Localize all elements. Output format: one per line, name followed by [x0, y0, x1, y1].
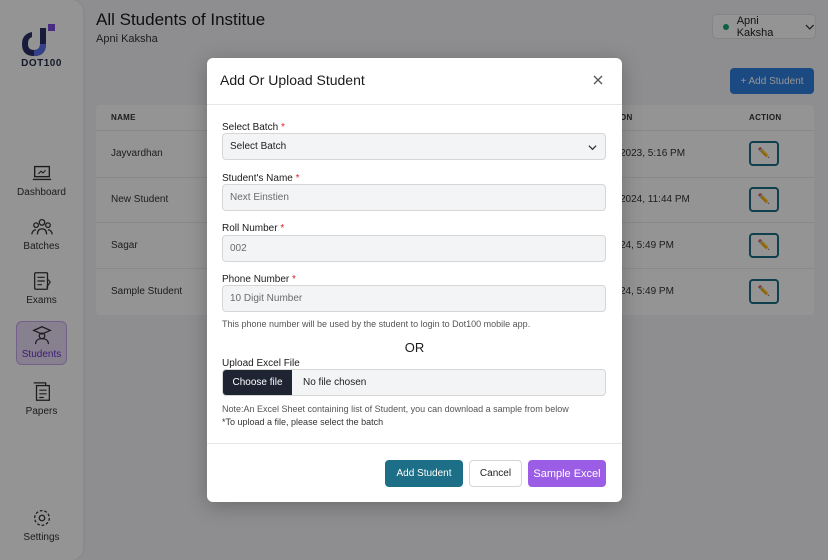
add-student-modal: Add Or Upload Student Select Batch * Sel…	[207, 58, 622, 502]
upload-note: Note:An Excel Sheet containing list of S…	[222, 404, 569, 414]
batch-select-value: Select Batch	[230, 141, 287, 152]
batch-label: Select Batch *	[222, 122, 285, 133]
add-student-submit-button[interactable]: Add Student	[385, 460, 463, 487]
upload-batch-note: *To upload a file, please select the bat…	[222, 417, 384, 427]
sample-excel-button[interactable]: Sample Excel	[528, 460, 606, 487]
choose-file-button[interactable]: Choose file	[223, 370, 292, 395]
phone-number-input[interactable]: 10 Digit Number	[222, 285, 606, 312]
student-name-input[interactable]: Next Einstien	[222, 184, 606, 211]
cancel-button[interactable]: Cancel	[469, 460, 522, 487]
modal-header-divider	[207, 104, 622, 105]
no-file-text: No file chosen	[303, 377, 367, 388]
roll-label: Roll Number *	[222, 223, 285, 234]
roll-number-input[interactable]: 002	[222, 235, 606, 262]
phone-label: Phone Number *	[222, 274, 296, 285]
close-icon[interactable]	[592, 74, 604, 86]
chevron-down-icon	[588, 145, 597, 151]
file-upload-input[interactable]: Choose file No file chosen	[222, 369, 606, 396]
phone-hint: This phone number will be used by the st…	[222, 319, 531, 329]
modal-footer-divider	[207, 443, 622, 444]
modal-title: Add Or Upload Student	[220, 72, 365, 88]
batch-select[interactable]: Select Batch	[222, 133, 606, 160]
upload-label: Upload Excel File	[222, 358, 300, 369]
or-divider: OR	[404, 340, 425, 355]
name-label: Student's Name *	[222, 173, 300, 184]
